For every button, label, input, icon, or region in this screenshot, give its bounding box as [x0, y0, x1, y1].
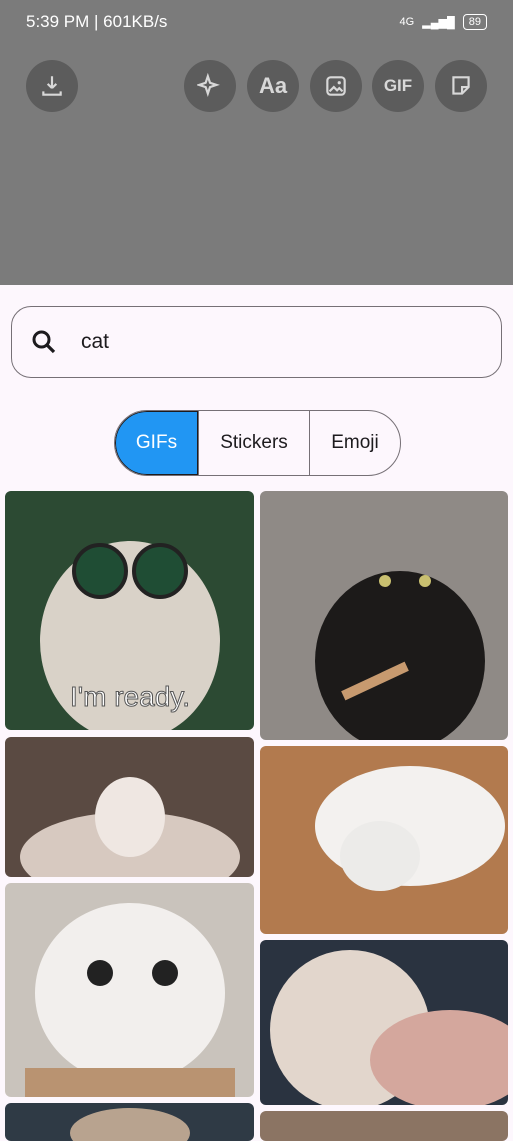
text-button[interactable]: Aa — [247, 60, 299, 112]
network-label: 4G — [399, 16, 415, 28]
gif-button[interactable]: GIF — [372, 60, 424, 112]
sticker-icon — [452, 76, 470, 95]
gif-item[interactable] — [5, 737, 254, 877]
gif-item[interactable] — [260, 746, 508, 934]
signal-icon: ▂▄▆█ — [422, 16, 455, 29]
media-type-tabs: GIFs Stickers Emoji — [114, 410, 401, 476]
sparkle-icon — [197, 73, 220, 98]
editor-preview-dimmed: 5:39 PM | 601KB/s 4G ▂▄▆█ 89 Aa GIF — [0, 0, 513, 285]
gif-thumbnail — [5, 1103, 254, 1141]
download-icon — [42, 76, 62, 96]
gif-thumbnail — [260, 491, 508, 740]
tab-emoji[interactable]: Emoji — [309, 411, 400, 475]
search-input[interactable]: cat — [81, 330, 109, 354]
editor-toolbar: Aa GIF — [0, 60, 513, 114]
gif-item[interactable] — [5, 883, 254, 1097]
gif-item[interactable]: I'm ready. — [5, 491, 254, 730]
gif-caption: I'm ready. — [70, 681, 190, 712]
gif-thumbnail — [260, 746, 508, 934]
image-icon — [326, 76, 346, 96]
status-time: 5:39 PM | 601KB/s — [26, 12, 168, 31]
gif-thumbnail — [260, 1111, 508, 1141]
gif-item[interactable] — [260, 940, 508, 1105]
gif-thumbnail — [260, 940, 508, 1105]
battery-icon: 89 — [462, 14, 487, 30]
download-button[interactable] — [26, 60, 78, 112]
search-field[interactable]: cat — [11, 306, 502, 378]
sticker-button[interactable] — [435, 60, 487, 112]
tab-gifs[interactable]: GIFs — [115, 411, 198, 475]
tab-stickers[interactable]: Stickers — [198, 411, 309, 475]
gif-item[interactable] — [260, 491, 508, 740]
search-icon — [32, 330, 56, 354]
image-button[interactable] — [310, 60, 362, 112]
status-bar: 5:39 PM | 601KB/s 4G ▂▄▆█ 89 — [0, 0, 513, 44]
text-label: Aa — [258, 73, 288, 98]
gif-thumbnail — [5, 737, 254, 877]
gif-item[interactable] — [260, 1111, 508, 1141]
gif-item[interactable] — [5, 1103, 254, 1141]
gif-thumbnail — [5, 883, 254, 1097]
gif-picker-panel: cat GIFs Stickers Emoji I'm ready. — [0, 285, 513, 1141]
gif-label: GIF — [383, 76, 413, 95]
ai-effects-button[interactable] — [184, 60, 236, 112]
gif-thumbnail: I'm ready. — [5, 491, 254, 730]
